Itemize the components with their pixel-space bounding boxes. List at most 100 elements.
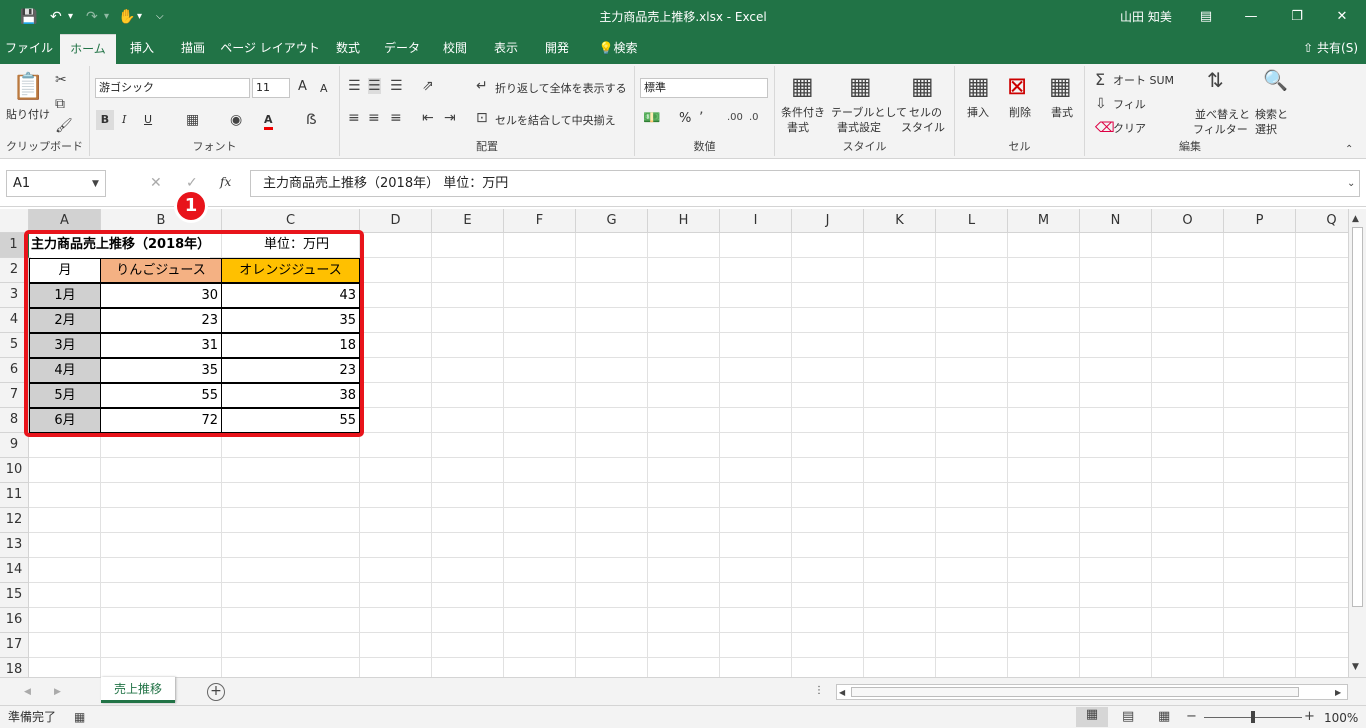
next-sheet-icon[interactable]: ▶ [54,684,61,700]
column-header-l[interactable]: L [936,209,1008,233]
orientation-icon[interactable]: ⇗ [422,78,434,94]
column-header-h[interactable]: H [648,209,720,233]
row-header-15[interactable]: 15 [0,583,29,608]
scroll-down-icon[interactable]: ▼ [1352,659,1359,675]
ribbon-display-icon[interactable]: ▤ [1186,4,1226,30]
tab-file[interactable]: ファイル [0,34,58,64]
name-box[interactable]: A1 [6,170,106,197]
column-header-k[interactable]: K [864,209,936,233]
column-header-m[interactable]: M [1008,209,1080,233]
column-header-o[interactable]: O [1152,209,1224,233]
conditional-format-label2[interactable]: 書式 [787,121,809,135]
column-header-i[interactable]: I [720,209,792,233]
zoom-out-icon[interactable]: − [1186,709,1197,725]
decrease-decimal-icon[interactable]: .0 [749,110,759,126]
cancel-entry-icon[interactable]: ✕ [150,175,162,191]
increase-decimal-icon[interactable]: .00 [727,110,743,126]
paste-button[interactable]: 貼り付け [6,108,50,122]
row-header-9[interactable]: 9 [0,433,29,458]
comma-style-icon[interactable]: ’ [699,110,703,126]
format-cells-button[interactable]: 書式 [1051,106,1073,120]
paste-icon[interactable]: 📋 [12,72,44,102]
cell-styles-icon[interactable]: ▦ [911,72,934,100]
column-header-j[interactable]: J [792,209,864,233]
align-right-icon[interactable]: ≡ [390,110,402,126]
merge-icon[interactable]: ⊡ [476,110,488,126]
tab-review[interactable]: 校閲 [430,34,480,64]
tab-page-layout[interactable]: ページ レイアウト [220,34,320,64]
align-bottom-icon[interactable]: ☰ [390,78,403,94]
column-header-f[interactable]: F [504,209,576,233]
format-cells-icon[interactable]: ▦ [1049,72,1072,100]
format-as-table-label2[interactable]: 書式設定 [837,121,881,135]
close-icon[interactable]: ✕ [1322,4,1362,30]
row-header-17[interactable]: 17 [0,633,29,658]
user-name[interactable]: 山田 知美 [1120,8,1172,25]
shrink-font-button[interactable]: A [320,82,328,96]
merge-center-button[interactable]: セルを結合して中央揃え [495,114,616,128]
insert-cells-icon[interactable]: ▦ [967,72,990,100]
wrap-text-button[interactable]: 折り返して全体を表示する [495,82,627,96]
tab-draw[interactable]: 描画 [168,34,218,64]
zoom-slider-thumb[interactable] [1251,711,1255,723]
percent-button[interactable]: % [679,112,691,126]
column-header-p[interactable]: P [1224,209,1296,233]
namebox-dropdown-icon[interactable]: ▼ [92,176,99,192]
increase-indent-icon[interactable]: ⇥ [444,110,456,126]
border-icon[interactable]: ▦ [186,112,199,128]
cell-styles-label2[interactable]: スタイル [901,121,945,135]
collapse-ribbon-icon[interactable]: ⌃ [1345,142,1353,158]
number-format-select[interactable]: 標準 [640,78,768,98]
fill-color-icon[interactable]: ◉ [230,112,242,128]
tab-developer[interactable]: 開発 [532,34,582,64]
zoom-in-icon[interactable]: + [1304,709,1315,725]
align-top-icon[interactable]: ☰ [348,78,361,94]
select-all-corner[interactable] [0,209,29,233]
font-color-button[interactable]: A [264,113,273,130]
font-size-select[interactable]: 11 [252,78,290,98]
new-sheet-icon[interactable]: + [207,683,225,701]
page-layout-view-icon[interactable]: ▤ [1122,709,1134,725]
delete-cells-button[interactable]: 削除 [1009,106,1031,120]
fill-button[interactable]: フィル [1113,98,1146,112]
tab-formulas[interactable]: 数式 [322,34,374,64]
horizontal-scroll-thumb[interactable] [851,687,1299,697]
conditional-format-button[interactable]: 条件付き [781,106,825,120]
column-header-e[interactable]: E [432,209,504,233]
underline-button[interactable]: U [144,113,152,127]
tab-data[interactable]: データ [376,34,428,64]
scroll-up-icon[interactable]: ▲ [1352,211,1359,227]
sheet-tab-sales[interactable]: 売上推移 [101,677,175,703]
row-header-10[interactable]: 10 [0,458,29,483]
scroll-left-icon[interactable]: ◀ [839,685,845,701]
tab-view[interactable]: 表示 [482,34,530,64]
align-left-icon[interactable]: ≡ [348,110,360,126]
copy-icon[interactable]: ⧉ [55,96,65,112]
row-header-12[interactable]: 12 [0,508,29,533]
conditional-format-icon[interactable]: ▦ [791,72,814,100]
column-header-q[interactable]: Q [1296,209,1350,233]
vertical-scrollbar[interactable]: ▲ ▼ [1348,209,1366,677]
font-name-select[interactable]: 游ゴシック [95,78,250,98]
tab-split-handle-icon[interactable]: ⋮ [814,683,824,699]
formula-input[interactable]: 主力商品売上推移（2018年） 単位：万円 [250,170,1360,197]
insert-cells-button[interactable]: 挿入 [967,106,989,120]
vertical-scroll-thumb[interactable] [1352,227,1363,607]
find-select-icon[interactable]: 🔍 [1263,70,1288,90]
sort-filter-icon[interactable]: ⇅ [1207,70,1224,90]
row-header-18[interactable]: 18 [0,658,29,677]
prev-sheet-icon[interactable]: ◀ [24,684,31,700]
find-select-button[interactable]: 検索と [1255,108,1288,122]
scroll-right-icon[interactable]: ▶ [1335,685,1341,701]
format-as-table-button[interactable]: テーブルとして [831,106,907,120]
normal-view-icon[interactable]: ▦ [1076,707,1108,727]
horizontal-scrollbar[interactable]: ◀ ▶ [836,684,1348,700]
format-table-icon[interactable]: ▦ [849,72,872,100]
column-header-g[interactable]: G [576,209,648,233]
share-button[interactable]: ⇧ 共有(S) [1303,34,1358,63]
currency-icon[interactable]: 💵 [643,110,660,126]
clear-icon[interactable]: ⌫ [1095,120,1115,136]
decrease-indent-icon[interactable]: ⇤ [422,110,434,126]
worksheet-grid[interactable]: A B C D E F G H I J K L M N O P Q 1 2 3 … [0,209,1350,677]
tab-insert[interactable]: 挿入 [118,34,166,64]
